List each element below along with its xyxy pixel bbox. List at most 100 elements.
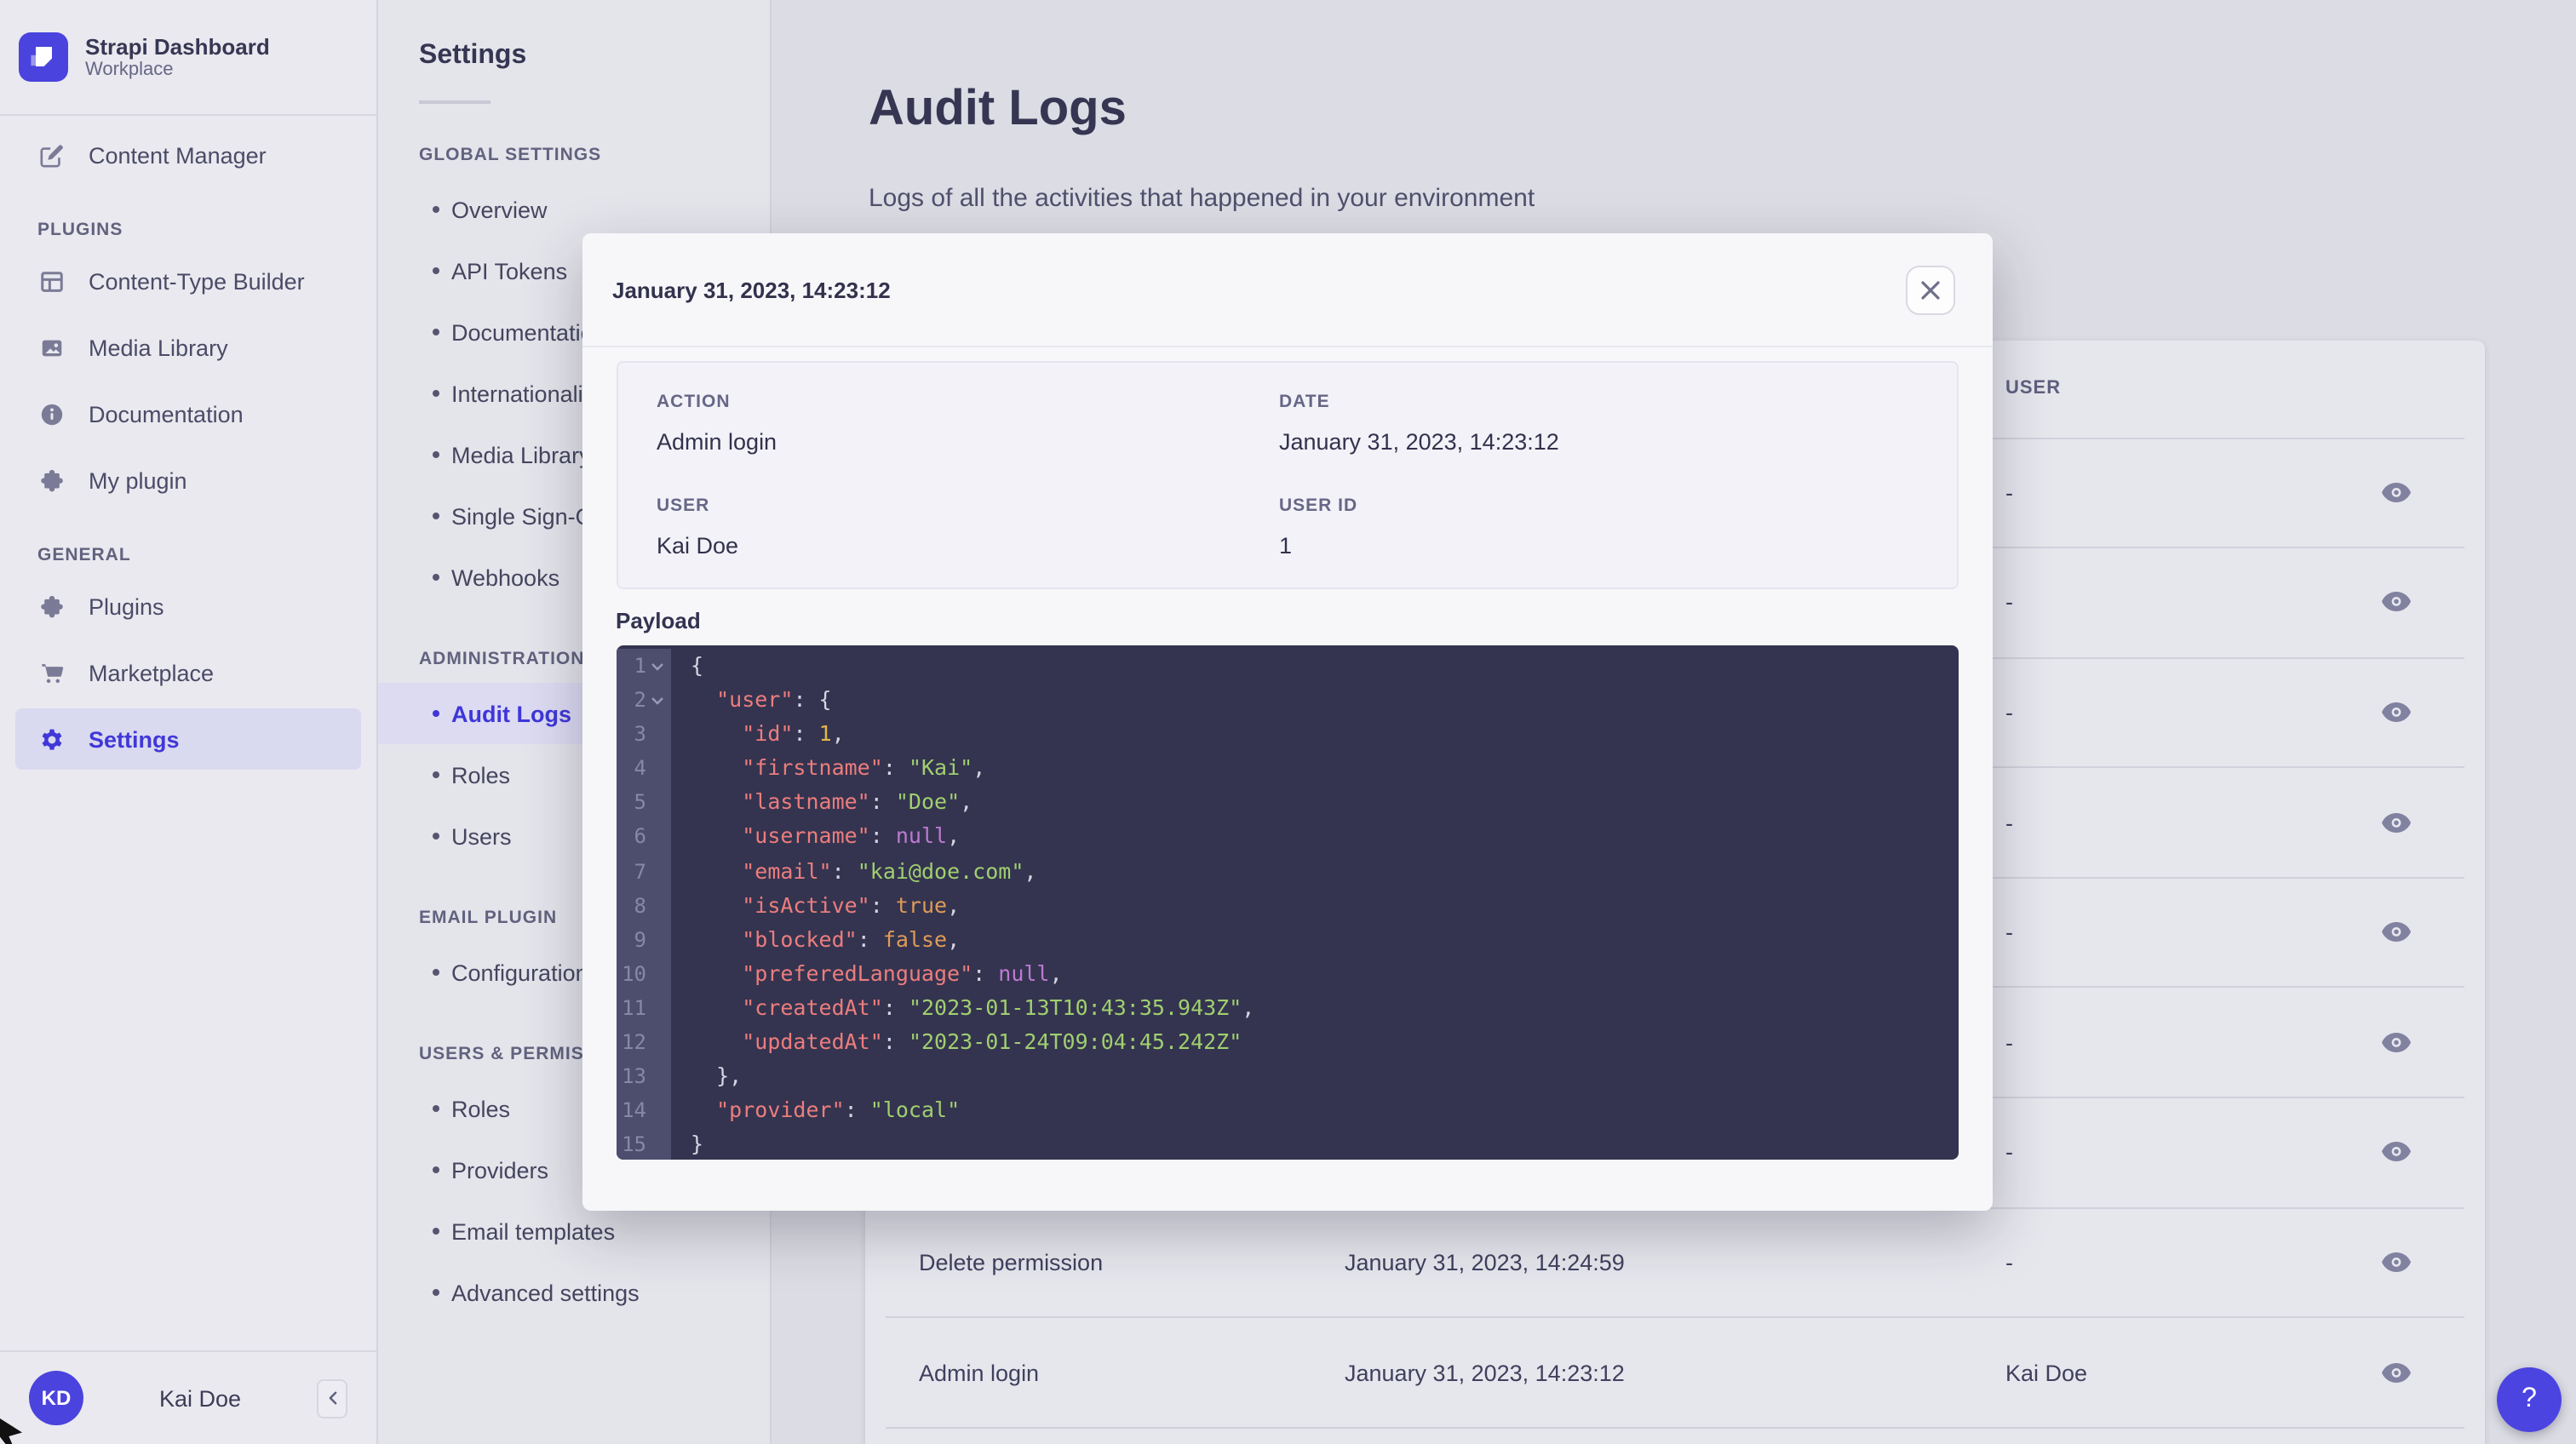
cell-details [2329, 1029, 2464, 1057]
line-number-gutter: 1 [616, 649, 670, 683]
subnav-item-label: Overview [451, 197, 548, 222]
audit-log-detail-modal: January 31, 2023, 14:23:12 ACTIONAdmin l… [582, 233, 1993, 1211]
bullet-icon [433, 451, 439, 458]
modal-title: January 31, 2023, 14:23:12 [612, 277, 1906, 302]
modal-header: January 31, 2023, 14:23:12 [582, 233, 1993, 347]
subnav-item-label: Email templates [451, 1218, 615, 1244]
eye-icon [2381, 811, 2412, 834]
modal-body: ACTIONAdmin loginDATEJanuary 31, 2023, 1… [582, 347, 1993, 1160]
line-number-gutter: 12 [616, 1025, 670, 1059]
line-number-gutter: 9 [616, 923, 670, 957]
field-label: USER ID [1279, 496, 1957, 516]
code-line: 10 "preferedLanguage": null, [616, 957, 1959, 991]
user-name: Kai Doe [83, 1385, 317, 1411]
code-line: 13 }, [616, 1059, 1959, 1093]
line-number-gutter: 14 [616, 1093, 670, 1127]
bullet-icon [433, 267, 439, 274]
code-line: 7 "email": "kai@doe.com", [616, 854, 1959, 888]
cell-details [2329, 918, 2464, 947]
sidebar-section-label-plugins: PLUGINS [37, 220, 376, 240]
fold-chevron-icon[interactable] [650, 662, 663, 670]
cell-details [2329, 1138, 2464, 1167]
subnav-item-advanced-settings[interactable]: Advanced settings [378, 1262, 770, 1323]
bullet-icon [433, 969, 439, 976]
code-line: 8 "isActive": true, [616, 888, 1959, 922]
cell-user: - [2005, 480, 2329, 506]
view-details-button[interactable] [2378, 588, 2415, 617]
view-details-button[interactable] [2378, 808, 2415, 837]
bullet-icon [433, 833, 439, 839]
code-text: } [670, 1128, 703, 1160]
sidebar-item-media-library[interactable]: Media Library [15, 317, 361, 378]
bullet-icon [433, 206, 439, 213]
code-text: "lastname": "Doe", [670, 786, 972, 820]
eye-icon [2381, 702, 2412, 724]
puzzle-icon [37, 467, 65, 494]
page-subtitle: Logs of all the activities that happened… [772, 170, 2576, 213]
code-text: "id": 1, [670, 717, 845, 751]
sidebar-item-content-manager[interactable]: Content Manager [15, 124, 361, 186]
line-number-gutter: 5 [616, 786, 670, 820]
view-details-button[interactable] [2378, 698, 2415, 727]
puzzle-icon [37, 593, 65, 620]
bullet-icon [433, 1228, 439, 1235]
subnav-item-label: Audit Logs [451, 701, 571, 726]
code-line: 12 "updatedAt": "2023-01-24T09:04:45.242… [616, 1025, 1959, 1059]
eye-icon [2381, 1361, 2412, 1384]
close-modal-button[interactable] [1906, 265, 1955, 314]
code-line: 2 "user": { [616, 683, 1959, 717]
cell-date: January 31, 2023, 14:24:59 [1345, 1250, 2005, 1275]
view-details-button[interactable] [2378, 1029, 2415, 1057]
code-text: "blocked": false, [670, 923, 960, 957]
line-number-gutter: 13 [616, 1059, 670, 1093]
view-details-button[interactable] [2378, 918, 2415, 947]
sidebar-item-label: Content Manager [89, 142, 267, 168]
subnav-item-overview[interactable]: Overview [378, 179, 770, 240]
cell-details [2329, 1358, 2464, 1387]
page-title: Audit Logs [772, 33, 2576, 137]
line-number-gutter: 2 [616, 683, 670, 717]
cell-user: - [2005, 1030, 2329, 1056]
view-details-button[interactable] [2378, 1138, 2415, 1167]
subnav-item-label: Roles [451, 1096, 510, 1121]
code-text: "createdAt": "2023-01-13T10:43:35.943Z", [670, 991, 1254, 1025]
code-line: 9 "blocked": false, [616, 923, 1959, 957]
sidebar-item-content-type-builder[interactable]: Content-Type Builder [15, 250, 361, 312]
help-button[interactable]: ? [2497, 1367, 2562, 1432]
sidebar-item-documentation[interactable]: Documentation [15, 383, 361, 444]
sidebar-footer: KD Kai Doe [0, 1350, 376, 1444]
sidebar-item-marketplace[interactable]: Marketplace [15, 642, 361, 703]
subnav-item-label: API Tokens [451, 258, 567, 284]
log-field-user-id: USER ID1 [1279, 496, 1957, 559]
sidebar-item-label: Settings [89, 726, 180, 752]
code-line: 14 "provider": "local" [616, 1093, 1959, 1127]
bullet-icon [433, 1105, 439, 1112]
sidebar-item-label: Content-Type Builder [89, 268, 305, 294]
sidebar-item-label: Media Library [89, 335, 228, 360]
table-row[interactable]: Admin loginJanuary 31, 2023, 14:23:12Kai… [885, 1319, 2464, 1429]
code-text: "updatedAt": "2023-01-24T09:04:45.242Z" [670, 1025, 1242, 1059]
sidebar-item-plugins[interactable]: Plugins [15, 576, 361, 637]
info-icon [37, 400, 65, 427]
code-text: }, [670, 1059, 742, 1093]
eye-icon [2381, 1252, 2412, 1274]
sidebar-item-my-plugin[interactable]: My plugin [15, 450, 361, 511]
field-value: Kai Doe [657, 533, 1279, 559]
log-field-date: DATEJanuary 31, 2023, 14:23:12 [1279, 392, 1957, 455]
view-details-button[interactable] [2378, 1248, 2415, 1277]
view-details-button[interactable] [2378, 478, 2415, 507]
subnav-item-label: Roles [451, 762, 510, 788]
bullet-icon [433, 771, 439, 778]
table-row[interactable]: Delete permissionJanuary 31, 2023, 14:24… [885, 1208, 2464, 1318]
subnav-section-label-global-settings: GLOBAL SETTINGS [419, 145, 770, 165]
cell-action: Admin login [885, 1360, 1345, 1385]
collapse-sidebar-button[interactable] [317, 1378, 347, 1418]
fold-chevron-icon[interactable] [650, 696, 663, 704]
sidebar-item-label: Marketplace [89, 660, 214, 685]
code-line: 6 "username": null, [616, 820, 1959, 854]
sidebar-item-settings[interactable]: Settings [15, 708, 361, 770]
view-details-button[interactable] [2378, 1358, 2415, 1387]
field-label: ACTION [657, 392, 1279, 412]
cell-user: - [2005, 590, 2329, 616]
line-number-gutter: 11 [616, 991, 670, 1025]
